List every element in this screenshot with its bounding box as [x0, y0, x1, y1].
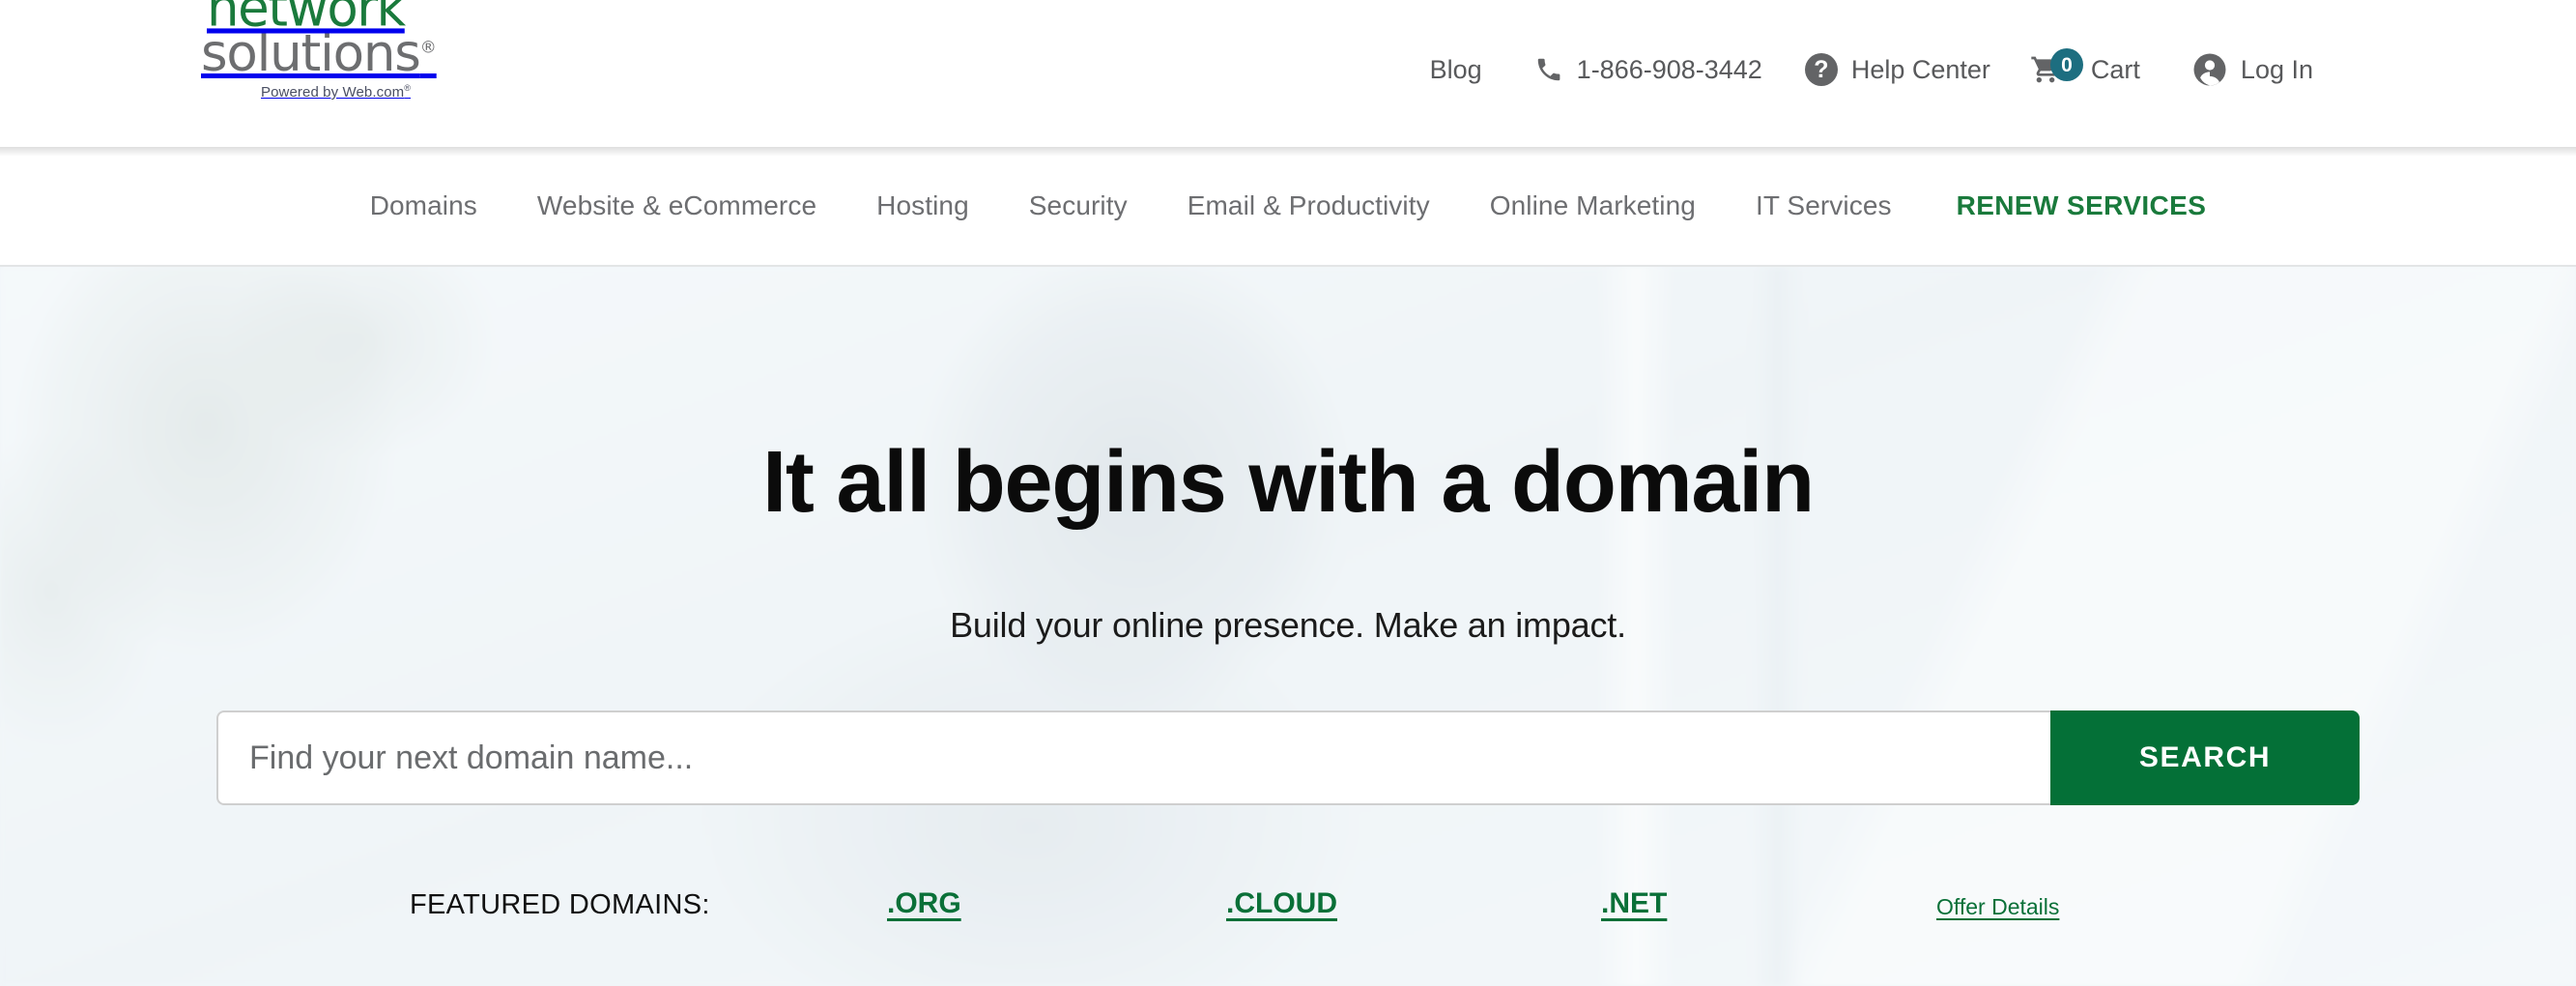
logo-registered-mark: ®	[419, 38, 437, 58]
hero-content: It all begins with a domain Build your o…	[0, 267, 2576, 986]
utility-nav: Blog 1-866-908-3442 ? Help Center 0 Cart…	[1430, 44, 2576, 95]
blog-label: Blog	[1429, 54, 1482, 84]
nav-item-renew-services[interactable]: RENEW SERVICES	[1922, 190, 2237, 221]
utility-link-phone[interactable]: 1-866-908-3442	[1534, 55, 1762, 85]
utility-link-blog[interactable]: Blog	[1430, 55, 1482, 85]
utility-link-help-center[interactable]: ? Help Center	[1804, 53, 1990, 86]
help-center-label: Help Center	[1850, 54, 1990, 84]
domain-search-button[interactable]: SEARCH	[2050, 710, 2360, 805]
log-in-label: Log In	[2240, 54, 2313, 84]
nav-item-online-marketing[interactable]: Online Marketing	[1460, 190, 1726, 221]
page-root: network solutions® Powered by Web.com® B…	[0, 0, 2576, 986]
featured-tld-net[interactable]: .NET	[1601, 887, 1667, 920]
domain-search-input[interactable]	[216, 710, 2050, 805]
logo-tagline-registered-mark: ®	[404, 83, 411, 93]
nav-item-security[interactable]: Security	[999, 190, 1158, 221]
cart-count-badge: 0	[2049, 48, 2083, 81]
phone-number-label: 1-866-908-3442	[1576, 54, 1762, 84]
hero-headline: It all begins with a domain	[762, 434, 1815, 531]
top-utility-bar: network solutions® Powered by Web.com® B…	[0, 0, 2576, 157]
hero-subheadline: Build your online presence. Make an impa…	[950, 605, 1626, 645]
help-question-icon: ?	[1804, 53, 1838, 86]
cart-label: Cart	[2090, 54, 2140, 84]
main-navigation: Domains Website & eCommerce Hosting Secu…	[0, 147, 2576, 267]
cart-icon-wrapper: 0	[2029, 48, 2083, 87]
utility-link-log-in[interactable]: Log In	[2192, 52, 2313, 87]
featured-tld-cloud[interactable]: .CLOUD	[1226, 887, 1337, 920]
hero-banner: It all begins with a domain Build your o…	[0, 267, 2576, 986]
nav-item-domains[interactable]: Domains	[340, 190, 507, 221]
featured-tld-org[interactable]: .ORG	[887, 887, 961, 920]
logo-word-network: network	[207, 0, 406, 39]
phone-icon	[1537, 58, 1560, 81]
offer-details-link[interactable]: Offer Details	[1936, 894, 2059, 920]
help-icon-glyph: ?	[1814, 55, 1829, 83]
nav-item-email-productivity[interactable]: Email & Productivity	[1158, 190, 1460, 221]
domain-search-form: SEARCH	[216, 710, 2360, 805]
logo-tagline-text: Powered by Web.com	[261, 84, 405, 101]
account-person-icon	[2193, 53, 2226, 86]
nav-item-website-ecommerce[interactable]: Website & eCommerce	[507, 190, 846, 221]
nav-item-it-services[interactable]: IT Services	[1726, 190, 1922, 221]
site-logo[interactable]: network solutions® Powered by Web.com®	[201, 0, 501, 100]
nav-item-hosting[interactable]: Hosting	[846, 190, 999, 221]
featured-domains-row: FEATURED DOMAINS: .ORG .CLOUD .NET Offer…	[0, 885, 2576, 934]
logo-tagline: Powered by Web.com®	[261, 83, 501, 101]
utility-link-cart[interactable]: 0 Cart	[2029, 48, 2140, 87]
featured-domains-label: FEATURED DOMAINS:	[410, 889, 710, 920]
